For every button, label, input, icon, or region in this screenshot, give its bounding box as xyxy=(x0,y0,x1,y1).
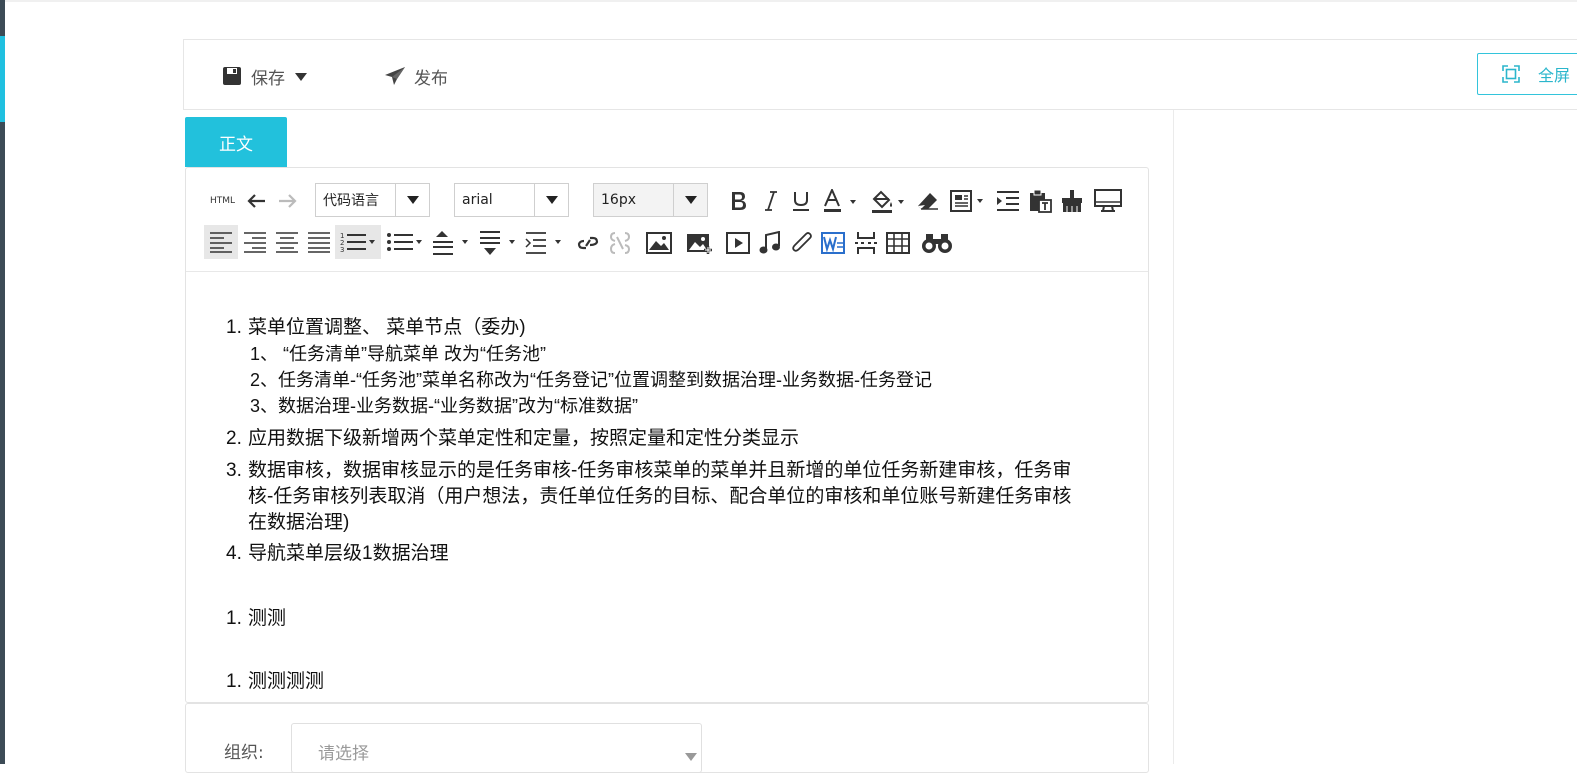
paragraph-spacing-icon[interactable] xyxy=(478,228,518,258)
publish-button[interactable]: 发布 xyxy=(384,62,448,90)
align-right-icon[interactable] xyxy=(240,228,270,256)
org-label: 组织: xyxy=(224,743,264,763)
fullscreen-button[interactable]: 全屏 xyxy=(1477,53,1577,95)
line-height-icon[interactable] xyxy=(431,228,471,258)
align-left-icon[interactable] xyxy=(206,228,236,256)
org-select[interactable]: 请选择 xyxy=(291,723,702,773)
html-source-button[interactable]: HTML xyxy=(210,196,235,206)
rich-text-editor: HTML 代码语言 arial 16px 1 2 3 1. 菜单位置调整、 菜单… xyxy=(185,167,1149,703)
publish-button-label: 发布 xyxy=(414,68,448,89)
eraser-icon[interactable] xyxy=(914,186,942,216)
editor-content[interactable]: 1. 菜单位置调整、 菜单节点（委办) 1、 “任务清单”导航菜单 改为“任务池… xyxy=(186,273,1148,703)
save-button[interactable]: 保存 xyxy=(221,62,307,90)
underline-icon[interactable] xyxy=(788,186,814,216)
redo-icon[interactable] xyxy=(276,188,300,214)
paragraph-format-icon[interactable] xyxy=(948,186,986,216)
image-icon[interactable] xyxy=(644,228,674,258)
sidebar-active-indicator xyxy=(0,36,5,122)
fullscreen-label: 全屏 xyxy=(1538,66,1571,85)
caret-down-icon[interactable] xyxy=(295,66,307,86)
floppy-disk-icon xyxy=(221,65,243,87)
indent-icon[interactable] xyxy=(994,186,1022,216)
fullscreen-icon xyxy=(1502,65,1520,83)
align-center-icon[interactable] xyxy=(272,228,302,256)
code-language-select[interactable]: 代码语言 xyxy=(315,183,430,217)
search-replace-icon[interactable] xyxy=(920,228,954,258)
column-divider xyxy=(1173,110,1174,764)
background-color-icon[interactable] xyxy=(868,186,908,216)
font-size-value: 16px xyxy=(601,192,636,208)
preview-monitor-icon[interactable] xyxy=(1092,186,1124,216)
chevron-down-icon xyxy=(534,184,568,216)
paragraph-indent-icon[interactable] xyxy=(524,228,564,258)
multi-image-icon[interactable] xyxy=(684,228,716,258)
font-size-select[interactable]: 16px xyxy=(593,183,708,217)
font-family-select[interactable]: arial xyxy=(454,183,569,217)
paste-plain-icon[interactable] xyxy=(1026,186,1054,216)
org-select-placeholder: 请选择 xyxy=(318,744,369,764)
chevron-down-icon xyxy=(673,184,707,216)
unlink-icon[interactable] xyxy=(606,228,634,258)
italic-icon[interactable] xyxy=(758,186,784,216)
chevron-down-icon xyxy=(685,746,697,765)
sub-item: 3、数据治理-业务数据-“业务数据”改为“标准数据” xyxy=(250,396,638,416)
font-family-value: arial xyxy=(462,192,493,208)
chevron-down-icon xyxy=(395,184,429,216)
sub-item: 2、任务清单-“任务池”菜单名称改为“任务登记”位置调整到数据治理-业务数据-任… xyxy=(250,370,932,390)
code-language-value: 代码语言 xyxy=(323,193,379,209)
editor-toolbar: HTML 代码语言 arial 16px 1 2 3 xyxy=(186,168,1148,272)
music-icon[interactable] xyxy=(756,228,784,258)
word-import-icon[interactable] xyxy=(820,228,848,258)
attachment-icon[interactable] xyxy=(788,228,816,258)
tab-body[interactable]: 正文 xyxy=(185,117,287,167)
page-break-icon[interactable] xyxy=(852,228,880,258)
undo-icon[interactable] xyxy=(244,188,268,214)
video-icon[interactable] xyxy=(724,228,752,258)
svg-text:3: 3 xyxy=(340,246,344,254)
bold-icon[interactable] xyxy=(726,186,752,216)
form-section: 组织: 请选择 xyxy=(185,703,1149,773)
table-icon[interactable] xyxy=(884,228,912,258)
ordered-list-icon[interactable]: 123 xyxy=(337,228,379,256)
unordered-list-icon[interactable] xyxy=(385,228,425,256)
align-justify-icon[interactable] xyxy=(304,228,334,256)
link-icon[interactable] xyxy=(574,228,602,258)
font-color-icon[interactable] xyxy=(820,186,860,216)
top-divider xyxy=(5,0,1577,2)
format-painter-icon[interactable] xyxy=(1058,186,1086,216)
send-icon xyxy=(384,65,406,87)
action-toolbar: 保存 发布 全屏 xyxy=(183,39,1577,110)
save-button-label: 保存 xyxy=(251,68,285,89)
sub-item: 1、 “任务清单”导航菜单 改为“任务池” xyxy=(250,344,546,364)
